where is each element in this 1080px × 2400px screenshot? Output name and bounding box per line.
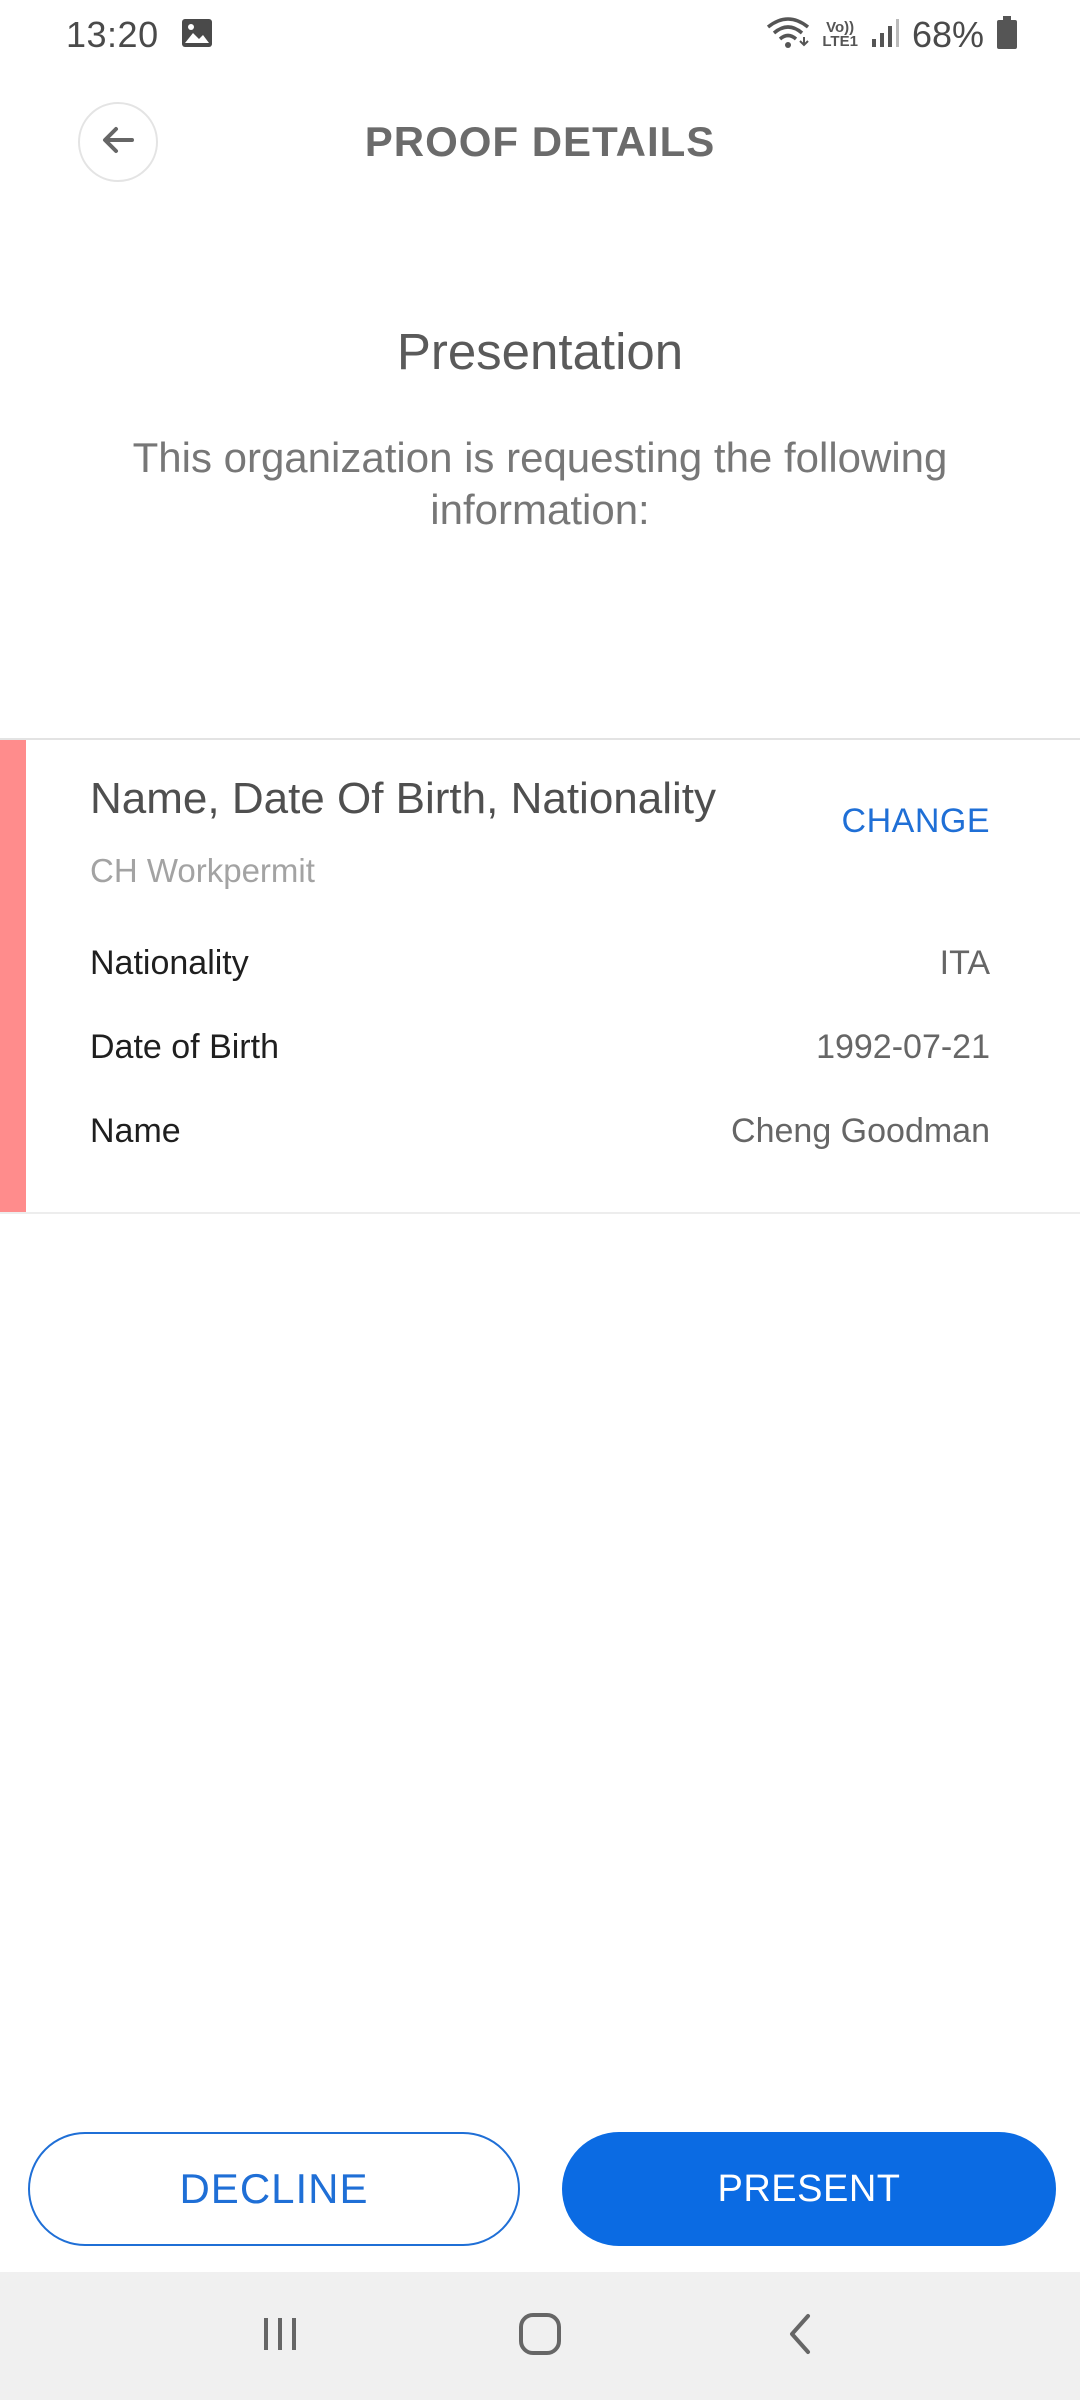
card-accent-bar [0,740,26,1212]
status-left: 13:20 [66,14,213,56]
attribute-value: Cheng Goodman [731,1111,990,1150]
status-time: 13:20 [66,14,159,55]
gallery-icon [181,18,213,53]
decline-button[interactable]: DECLINE [28,2132,520,2246]
card-title: Name, Date Of Birth, Nationality [90,774,717,823]
back-icon [780,2310,820,2363]
page-title: PROOF DETAILS [364,118,716,165]
change-button[interactable]: CHANGE [842,802,990,841]
volte-lte-indicator: Vo)) LTE1 [822,20,858,50]
presentation-description: This organization is requesting the foll… [132,434,948,533]
signal-icon [870,17,900,54]
card-subtitle: CH Workpermit [90,852,315,889]
home-button[interactable] [490,2296,590,2376]
home-icon [516,2310,564,2363]
attribute-value: ITA [939,943,990,982]
attribute-row-nationality: Nationality ITA [90,938,990,988]
network-label: LTE1 [822,33,858,50]
attribute-label: Nationality [90,943,249,982]
battery-percentage: 68% [911,14,984,55]
system-nav-bar [0,2272,1080,2400]
recent-apps-icon [258,2312,302,2361]
presentation-title: Presentation [396,323,684,380]
nav-back-button[interactable] [750,2296,850,2376]
attribute-label: Date of Birth [90,1027,279,1066]
wifi-icon [766,15,810,56]
recent-apps-button[interactable] [230,2296,330,2376]
credential-card: Name, Date Of Birth, Nationality CH Work… [0,738,1080,1214]
screen: 13:20 Vo)) LTE1 68% PROOF DETAILS Presen… [0,0,1080,2400]
attribute-value: 1992-07-21 [816,1027,990,1066]
attribute-label: Name [90,1111,181,1150]
header: PROOF DETAILS [0,102,1080,186]
attribute-row-date-of-birth: Date of Birth 1992-07-21 [90,1022,990,1072]
present-button[interactable]: PRESENT [562,2132,1056,2246]
status-right: Vo)) LTE1 68% [766,14,1018,56]
battery-icon [996,15,1018,55]
attribute-row-name: Name Cheng Goodman [90,1106,990,1156]
status-bar: 13:20 Vo)) LTE1 68% [0,0,1080,70]
